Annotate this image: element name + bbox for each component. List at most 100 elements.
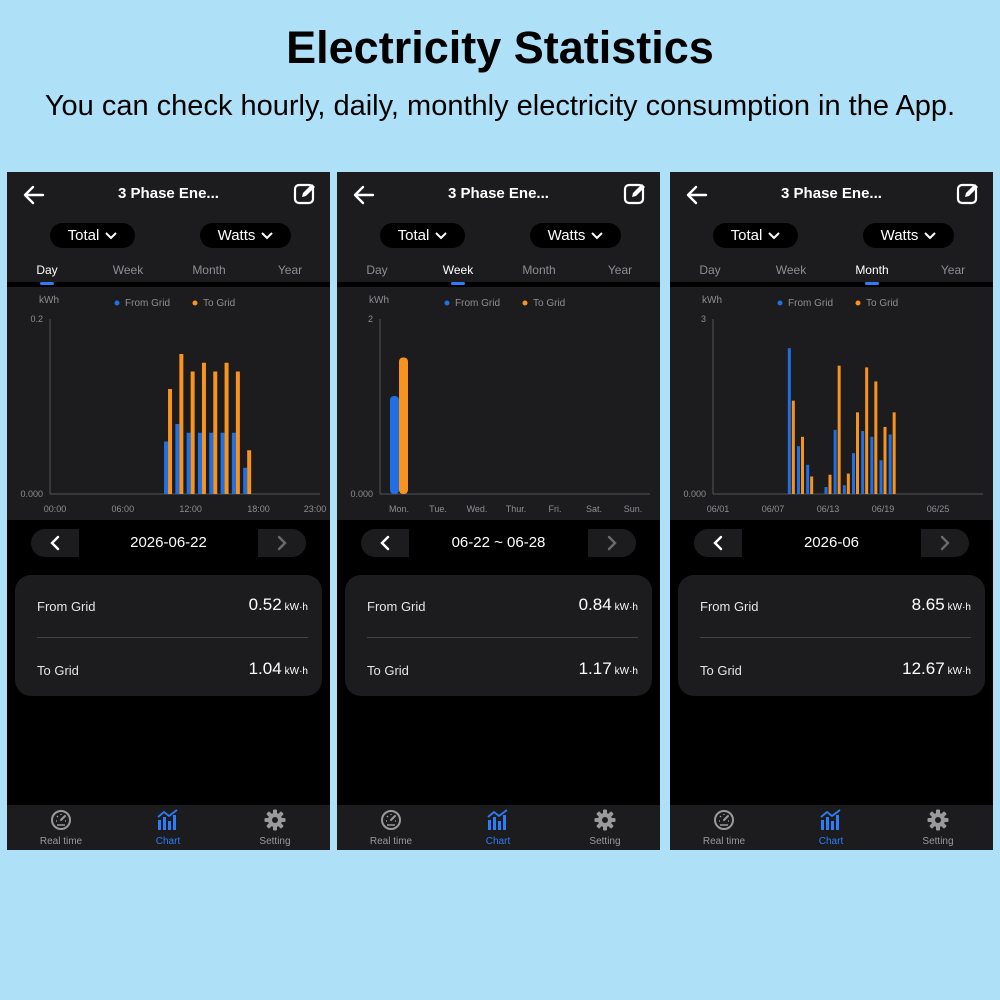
tab-month[interactable]: Month bbox=[842, 263, 902, 285]
tab-week[interactable]: Week bbox=[761, 263, 821, 277]
x-tick-label: 12:00 bbox=[179, 504, 202, 514]
nav-chart[interactable]: Chart bbox=[458, 805, 538, 850]
to-grid-row: To Grid 1.04 kW·h bbox=[37, 657, 308, 687]
to-grid-label: To Grid bbox=[367, 663, 409, 678]
next-period-button[interactable] bbox=[258, 529, 306, 557]
tab-year[interactable]: Year bbox=[260, 263, 320, 277]
gauge-icon bbox=[51, 810, 71, 830]
x-tick-label: 06/07 bbox=[762, 504, 785, 514]
tab-label: Month bbox=[192, 263, 226, 277]
from-grid-label: From Grid bbox=[367, 599, 426, 614]
bar-to-grid bbox=[179, 354, 184, 494]
y-tick-label: 0.000 bbox=[683, 489, 706, 499]
nav-real-time[interactable]: Real time bbox=[21, 805, 101, 850]
page-title: 3 Phase Ene... bbox=[448, 185, 549, 202]
phone-screen-day: 3 Phase Ene... Total Watts Day Week Mont… bbox=[7, 172, 330, 850]
tab-week[interactable]: Week bbox=[98, 263, 158, 277]
chart-legend: From Grid To Grid bbox=[777, 298, 898, 309]
nav-setting[interactable]: Setting bbox=[565, 805, 645, 850]
divider bbox=[37, 637, 308, 638]
chevron-down-icon bbox=[768, 231, 781, 239]
next-period-button[interactable] bbox=[588, 529, 636, 557]
previous-period-button[interactable] bbox=[694, 529, 742, 557]
to-grid-row: To Grid 12.67 kW·h bbox=[700, 657, 971, 687]
gauge-icon bbox=[714, 810, 734, 830]
bar-chart-icon bbox=[157, 809, 178, 830]
previous-period-button[interactable] bbox=[361, 529, 409, 557]
x-tick-label: Sun. bbox=[624, 504, 643, 514]
nav-real-time[interactable]: Real time bbox=[351, 805, 431, 850]
bar-from-grid bbox=[243, 467, 248, 494]
page-title: 3 Phase Ene... bbox=[781, 185, 882, 202]
from-grid-label: From Grid bbox=[37, 599, 96, 614]
tab-day[interactable]: Day bbox=[680, 263, 740, 277]
chart-svg: kWh From Grid To Grid 0.000 0.2 00:00 06:00 12:… bbox=[20, 295, 326, 514]
watts-dropdown[interactable]: Watts bbox=[200, 223, 291, 248]
to-grid-unit: kW·h bbox=[614, 666, 638, 677]
bar-to-grid bbox=[213, 371, 218, 494]
nav-setting[interactable]: Setting bbox=[898, 805, 978, 850]
arrow-left-icon[interactable] bbox=[684, 182, 710, 208]
from-grid-row: From Grid 8.65 kW·h bbox=[700, 593, 971, 623]
tab-year[interactable]: Year bbox=[590, 263, 650, 277]
y-tick-label: 0.000 bbox=[350, 489, 373, 499]
edit-icon[interactable] bbox=[955, 181, 981, 207]
app-header: 3 Phase Ene... Total Watts Day Week Mont… bbox=[670, 172, 993, 285]
active-tab-indicator bbox=[40, 282, 54, 285]
date-selector: 2026-06 bbox=[694, 529, 969, 557]
legend-to-grid: To Grid bbox=[533, 298, 565, 309]
total-dropdown[interactable]: Total bbox=[50, 223, 135, 248]
bar-to-grid bbox=[201, 362, 206, 494]
nav-chart[interactable]: Chart bbox=[791, 805, 871, 850]
tab-day[interactable]: Day bbox=[17, 263, 77, 285]
previous-period-button[interactable] bbox=[31, 529, 79, 557]
arrow-left-icon[interactable] bbox=[21, 182, 47, 208]
next-period-button[interactable] bbox=[921, 529, 969, 557]
edit-icon[interactable] bbox=[622, 181, 648, 207]
bar-from-grid bbox=[787, 348, 791, 494]
nav-setting[interactable]: Setting bbox=[235, 805, 315, 850]
edit-icon[interactable] bbox=[292, 181, 318, 207]
tab-label: Year bbox=[607, 263, 633, 277]
tab-month[interactable]: Month bbox=[179, 263, 239, 277]
nav-real-time[interactable]: Real time bbox=[684, 805, 764, 850]
bar-to-grid bbox=[235, 371, 240, 494]
subline: You can check hourly, daily, monthly ele… bbox=[44, 90, 956, 122]
energy-chart: kWh From Grid To Grid 0.000 0.2 00:00 06:00 12:… bbox=[7, 287, 330, 520]
nav-label: Chart bbox=[818, 836, 844, 847]
tab-label: Day bbox=[36, 263, 58, 277]
x-tick-label: Wed. bbox=[467, 504, 488, 514]
total-dropdown[interactable]: Total bbox=[713, 223, 798, 248]
tab-year[interactable]: Year bbox=[923, 263, 983, 277]
tab-month[interactable]: Month bbox=[509, 263, 569, 277]
x-tick-label: 06/01 bbox=[707, 504, 730, 514]
to-grid-label: To Grid bbox=[37, 663, 79, 678]
watts-dropdown-label: Watts bbox=[217, 227, 256, 244]
total-dropdown[interactable]: Total bbox=[380, 223, 465, 248]
nav-label: Setting bbox=[259, 836, 291, 847]
x-tick-label: Fri. bbox=[549, 504, 562, 514]
legend-to-grid: To Grid bbox=[203, 298, 235, 309]
x-tick-label: 06:00 bbox=[112, 504, 135, 514]
bar-from-grid bbox=[231, 432, 236, 494]
nav-chart[interactable]: Chart bbox=[128, 805, 208, 850]
arrow-left-icon[interactable] bbox=[351, 182, 377, 208]
watts-dropdown[interactable]: Watts bbox=[530, 223, 621, 248]
bar-from-grid bbox=[888, 434, 892, 494]
bar-from-grid bbox=[797, 446, 800, 494]
tab-week[interactable]: Week bbox=[428, 263, 488, 285]
legend-from-grid: From Grid bbox=[455, 298, 500, 309]
bar-from-grid bbox=[870, 436, 874, 494]
bar-from-grid bbox=[824, 487, 828, 494]
bar-to-grid bbox=[791, 400, 795, 494]
y-tick-label: 0.2 bbox=[30, 314, 43, 324]
bar-from-grid bbox=[164, 441, 169, 494]
bar-to-grid bbox=[810, 476, 814, 494]
gear-icon bbox=[264, 809, 286, 831]
from-grid-value: 8.65 kW·h bbox=[912, 595, 971, 615]
bar-to-grid bbox=[856, 412, 859, 494]
tab-day[interactable]: Day bbox=[347, 263, 407, 277]
to-grid-number: 1.17 bbox=[578, 659, 612, 678]
watts-dropdown[interactable]: Watts bbox=[863, 223, 954, 248]
divider bbox=[700, 637, 971, 638]
